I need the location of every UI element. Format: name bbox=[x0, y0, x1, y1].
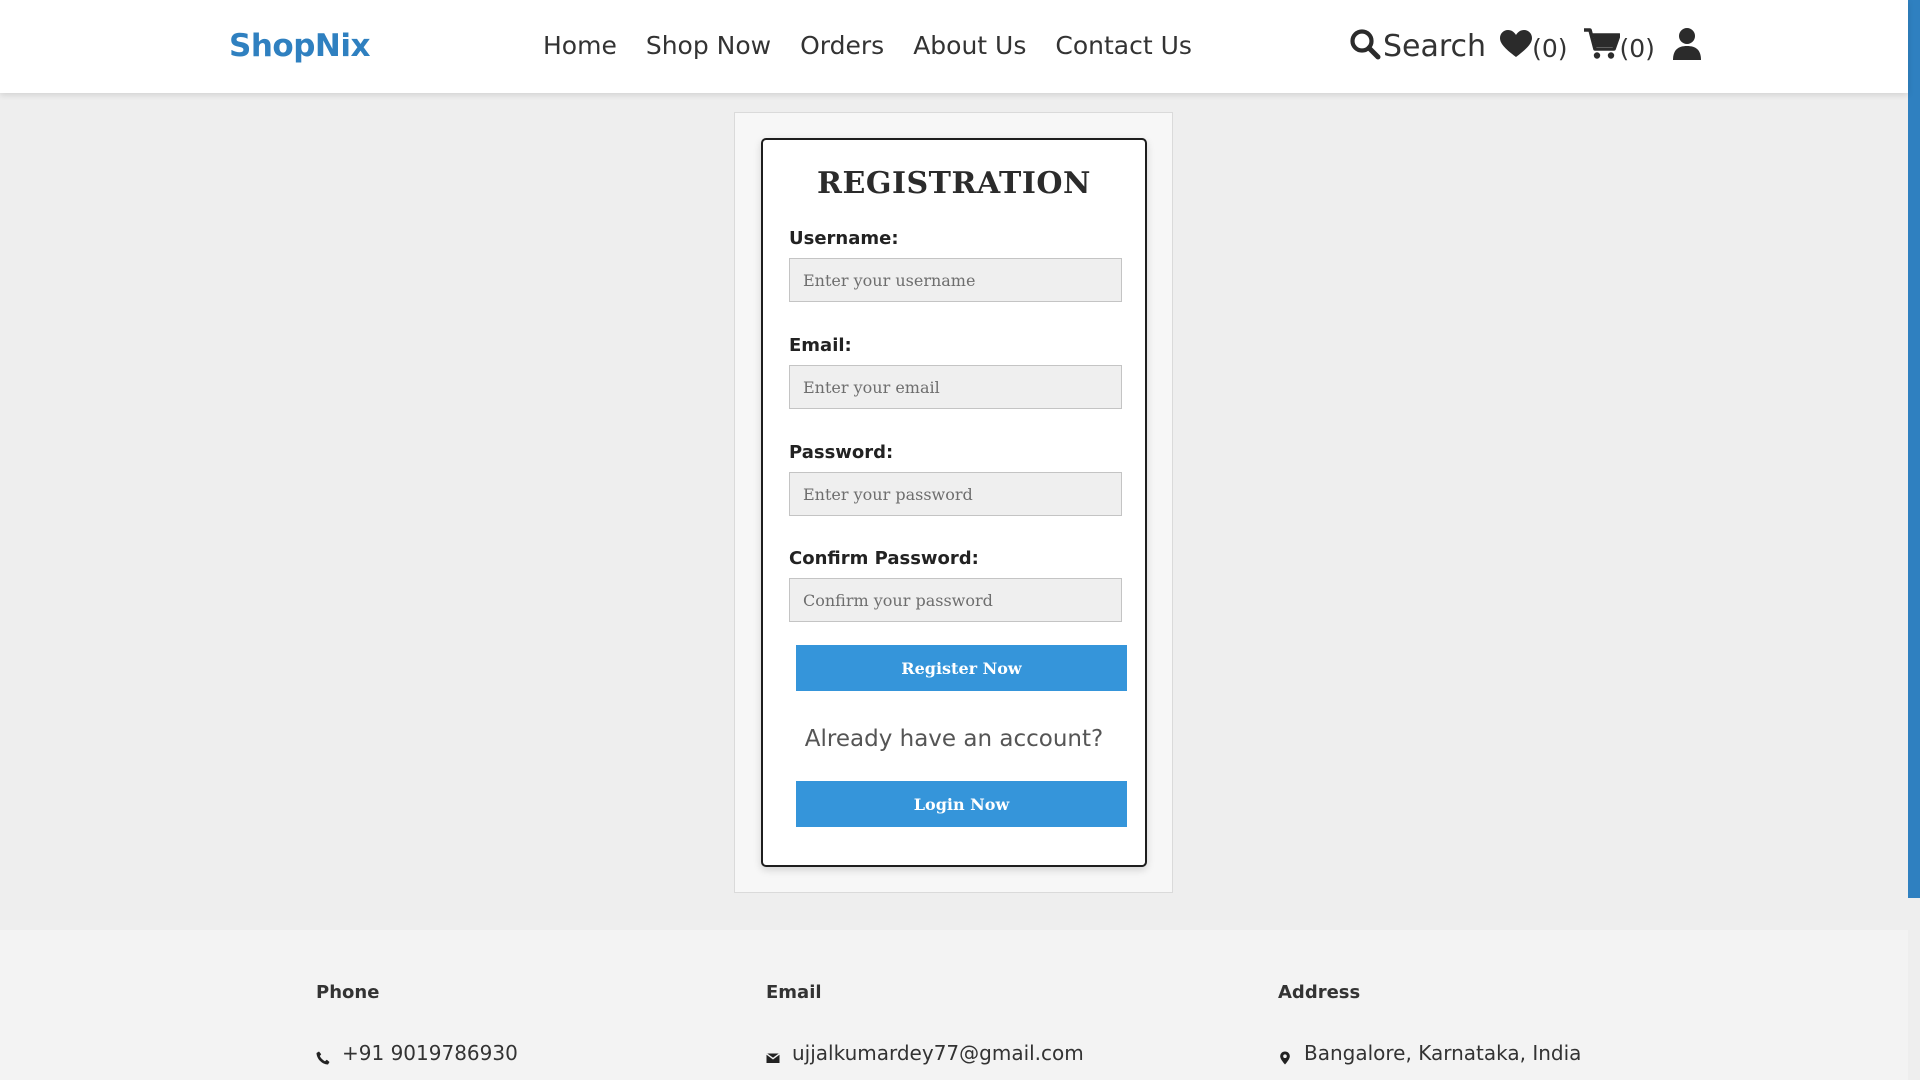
user-icon bbox=[1672, 28, 1701, 64]
brand-logo[interactable]: ShopNix bbox=[229, 28, 370, 64]
login-button[interactable]: Login Now bbox=[796, 781, 1127, 827]
wishlist-count: (0) bbox=[1532, 33, 1568, 63]
nav-actions: Search (0) (0) bbox=[1349, 26, 1701, 66]
nav-link-orders[interactable]: Orders bbox=[800, 31, 884, 60]
phone-heading: Phone bbox=[316, 982, 380, 1003]
account-button[interactable] bbox=[1672, 28, 1701, 64]
address-text: Bangalore, Karnataka, India bbox=[1304, 1041, 1582, 1065]
address-heading: Address bbox=[1278, 982, 1361, 1003]
cart-icon bbox=[1583, 28, 1621, 64]
nav-link-home[interactable]: Home bbox=[543, 31, 617, 60]
email-address[interactable]: ujjalkumardey77@gmail.com bbox=[792, 1041, 1084, 1065]
confirm-password-input[interactable] bbox=[789, 578, 1122, 622]
nav-links: Home Shop Now Orders About Us Contact Us bbox=[543, 31, 1221, 60]
navbar: ShopNix Home Shop Now Orders About Us Co… bbox=[0, 0, 1908, 93]
email-label: Email: bbox=[789, 335, 852, 356]
footer-address: Address Bangalore, Karnataka, India bbox=[1278, 982, 1581, 1065]
nav-link-contact-us[interactable]: Contact Us bbox=[1055, 31, 1192, 60]
footer: Phone +91 9019786930 Email ujjalkumardey… bbox=[0, 930, 1908, 1080]
username-label: Username: bbox=[789, 228, 899, 249]
search-icon bbox=[1349, 28, 1381, 64]
registration-form: REGISTRATION Username: Email: Password: … bbox=[761, 138, 1147, 867]
confirm-password-label: Confirm Password: bbox=[789, 548, 979, 569]
location-pin-icon bbox=[1278, 1046, 1292, 1065]
nav-link-about-us[interactable]: About Us bbox=[913, 31, 1026, 60]
footer-email: Email ujjalkumardey77@gmail.com bbox=[766, 982, 1084, 1065]
cart-count: (0) bbox=[1619, 33, 1655, 63]
email-input[interactable] bbox=[789, 365, 1122, 409]
phone-icon bbox=[316, 1046, 330, 1065]
form-title: REGISTRATION bbox=[817, 166, 1091, 201]
search-label: Search bbox=[1383, 28, 1487, 64]
password-label: Password: bbox=[789, 442, 894, 463]
account-prompt: Already have an account? bbox=[804, 726, 1104, 752]
heart-icon bbox=[1500, 30, 1533, 62]
nav-link-shop-now[interactable]: Shop Now bbox=[646, 31, 771, 60]
phone-number[interactable]: +91 9019786930 bbox=[342, 1041, 518, 1065]
wishlist-button[interactable]: (0) bbox=[1500, 30, 1568, 63]
username-input[interactable] bbox=[789, 258, 1122, 302]
register-button[interactable]: Register Now bbox=[796, 645, 1127, 691]
footer-phone: Phone +91 9019786930 bbox=[316, 982, 518, 1065]
password-input[interactable] bbox=[789, 472, 1122, 516]
scrollbar[interactable] bbox=[1908, 0, 1920, 898]
email-heading: Email bbox=[766, 982, 822, 1003]
cart-button[interactable]: (0) bbox=[1583, 28, 1655, 64]
mail-icon bbox=[766, 1046, 780, 1063]
search-button[interactable]: Search bbox=[1349, 28, 1486, 64]
